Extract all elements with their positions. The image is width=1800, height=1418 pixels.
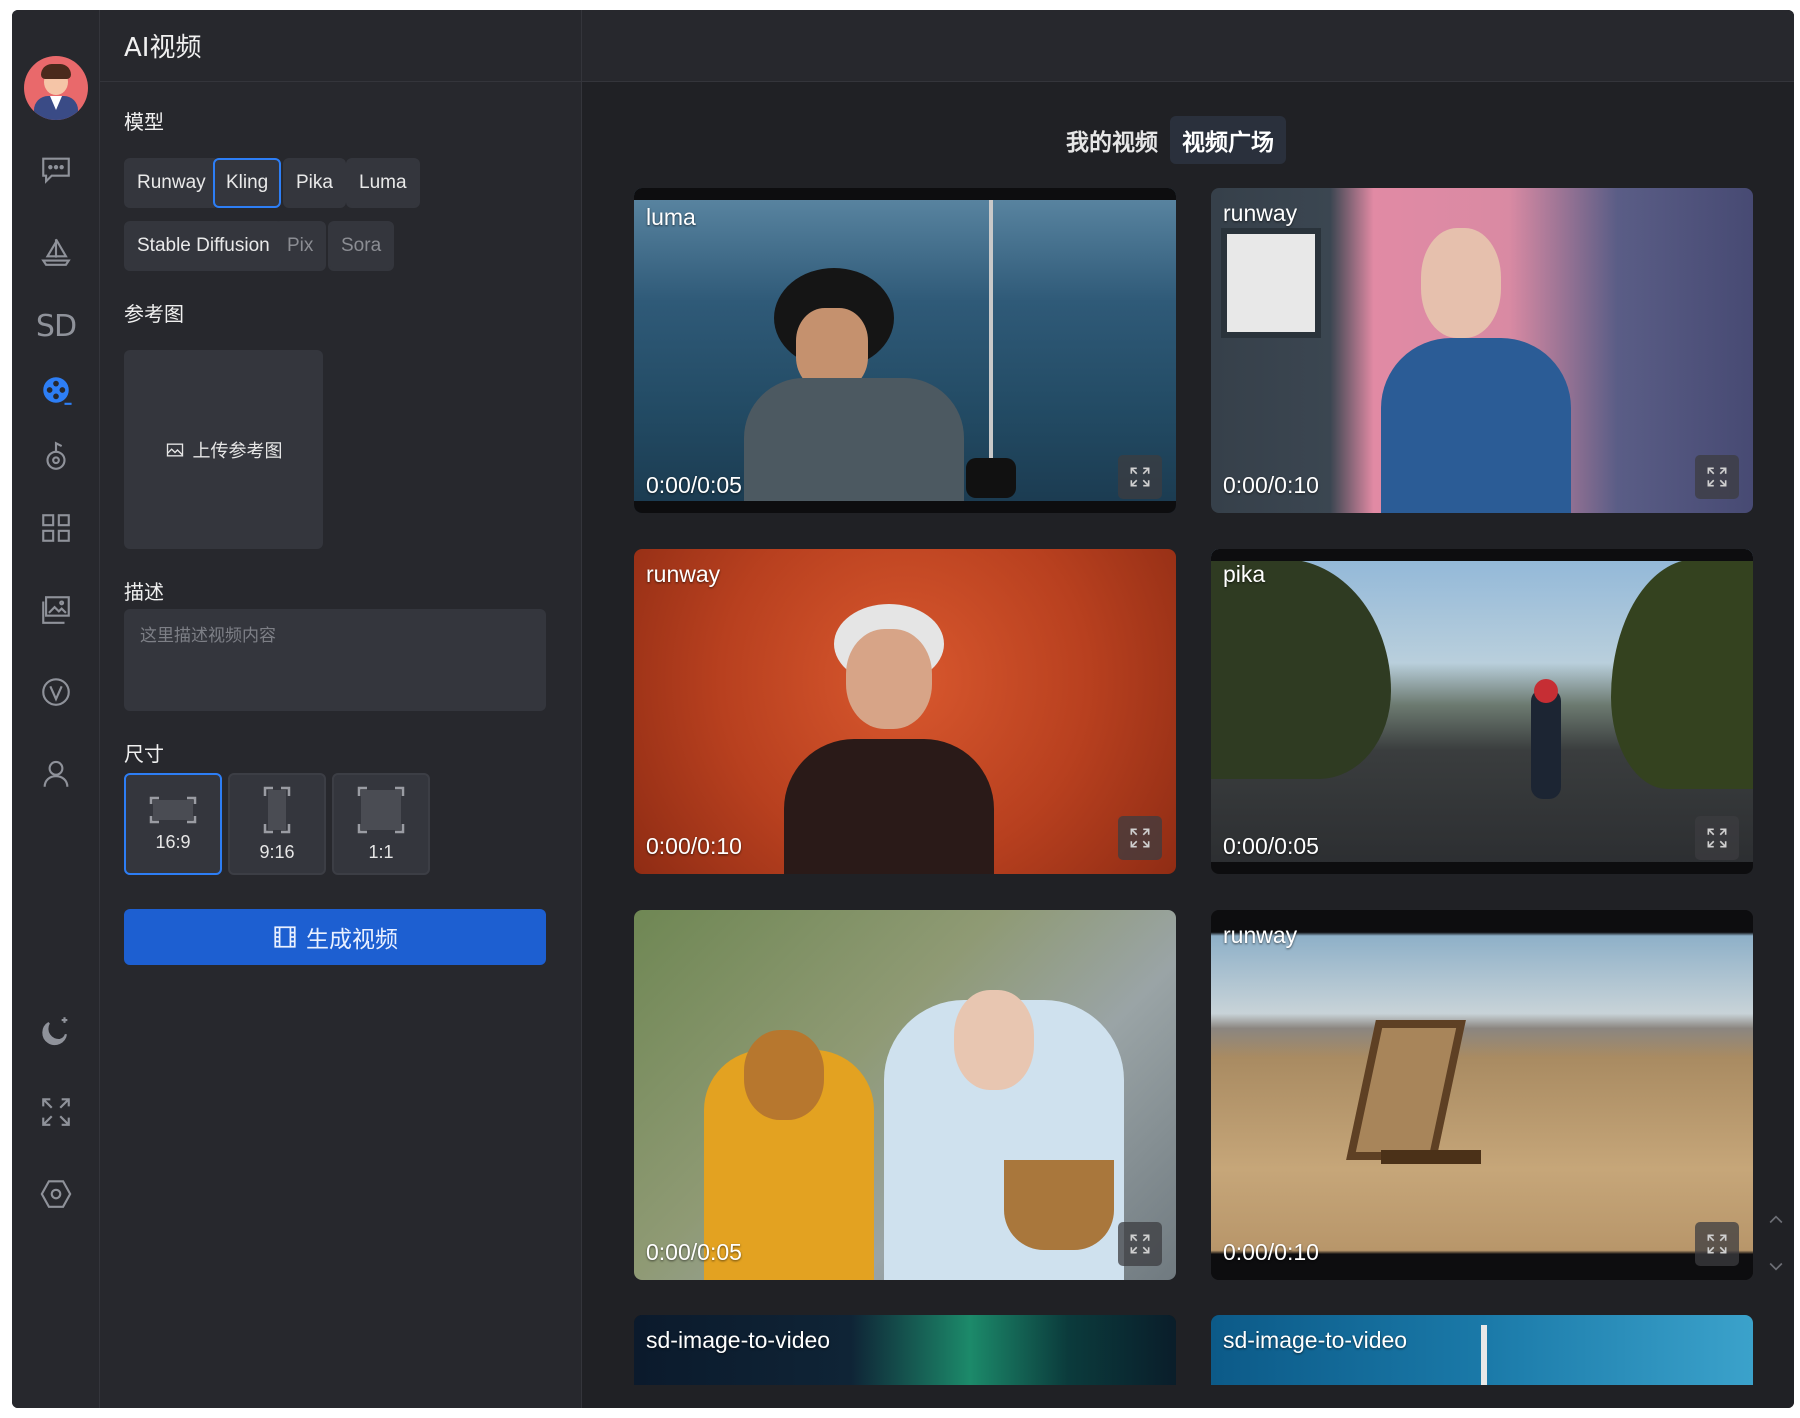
gallery-tabs: 我的视频 视频广场	[1054, 116, 1286, 164]
expand-icon[interactable]	[1695, 455, 1739, 499]
video-card[interactable]: runway 0:00/0:10	[1211, 910, 1753, 1280]
model-chip-sora[interactable]: Sora	[328, 221, 395, 271]
video-card[interactable]: runway 0:00/0:10	[1211, 188, 1753, 513]
video-model-label: runway	[1223, 200, 1298, 226]
ratio-9-16-label: 9:16	[259, 841, 295, 862]
image-icon	[166, 443, 183, 456]
avatar[interactable]	[24, 56, 88, 120]
video-time: 0:00/0:05	[646, 472, 742, 498]
video-model-label: runway	[1223, 922, 1298, 948]
ratio-1-1-label: 1:1	[368, 841, 394, 862]
app-window: SD AI视频 模型 Runway Kling Pika Luma Stable…	[12, 10, 1794, 1408]
scroll-up-icon[interactable]	[1758, 1202, 1794, 1238]
gallery-icon[interactable]	[34, 588, 78, 632]
scroll-down-icon[interactable]	[1758, 1248, 1794, 1284]
main-header-bar	[582, 10, 1794, 82]
video-model-label: pika	[1223, 561, 1266, 587]
user-icon[interactable]	[34, 752, 78, 796]
video-time: 0:00/0:10	[1223, 1239, 1319, 1265]
video-time: 0:00/0:05	[646, 1239, 742, 1265]
ratio-9-16-option[interactable]: 9:16	[228, 773, 326, 875]
chat-icon[interactable]	[34, 148, 78, 192]
ratio-1-1-option[interactable]: 1:1	[332, 773, 430, 875]
reference-label: 参考图	[124, 302, 184, 326]
video-card[interactable]: 0:00/0:05	[634, 910, 1176, 1280]
generate-video-button[interactable]: 生成视频	[124, 909, 546, 965]
video-model-label: sd-image-to-video	[1223, 1327, 1408, 1353]
film-icon	[274, 926, 296, 948]
video-card[interactable]: luma 0:00/0:05	[634, 188, 1176, 513]
settings-hex-icon[interactable]	[34, 1172, 78, 1216]
video-time: 0:00/0:10	[1223, 472, 1319, 498]
ratio-16-9-label: 16:9	[155, 831, 191, 852]
model-chip-luma[interactable]: Luma	[346, 158, 420, 208]
settings-panel: AI视频 模型 Runway Kling Pika Luma Stable Di…	[100, 10, 582, 1408]
video-model-label: runway	[646, 561, 721, 587]
expand-icon[interactable]	[1695, 816, 1739, 860]
video-time: 0:00/0:05	[1223, 833, 1319, 859]
size-label: 尺寸	[124, 742, 164, 766]
model-chip-stable-diffusion[interactable]: Stable Diffusion	[124, 221, 283, 271]
sailboat-icon[interactable]	[34, 230, 78, 274]
v-badge-icon[interactable]	[34, 670, 78, 714]
video-gallery: 我的视频 视频广场 luma 0:00/0:05 runway 0:00/0:1…	[582, 10, 1794, 1408]
model-chip-pix[interactable]: Pix	[274, 221, 327, 271]
expand-icon[interactable]	[1118, 1222, 1162, 1266]
fullscreen-icon[interactable]	[34, 1090, 78, 1134]
upload-reference-button[interactable]: 上传参考图	[124, 350, 323, 549]
model-chip-kling[interactable]: Kling	[213, 158, 282, 208]
model-chip-pika[interactable]: Pika	[283, 158, 346, 208]
ratio-16-9-icon	[149, 796, 197, 823]
description-label: 描述	[124, 580, 164, 604]
apps-grid-icon[interactable]	[34, 506, 78, 550]
generate-label: 生成视频	[306, 927, 398, 953]
description-input[interactable]	[124, 609, 546, 711]
tab-my-videos[interactable]: 我的视频	[1054, 116, 1170, 164]
model-chip-runway[interactable]: Runway	[124, 158, 219, 208]
video-time: 0:00/0:10	[646, 833, 742, 859]
ratio-16-9-option[interactable]: 16:9	[124, 773, 222, 875]
sd-icon[interactable]: SD	[34, 304, 78, 348]
video-model-label: luma	[646, 204, 696, 230]
video-card[interactable]: sd-image-to-video	[1211, 1315, 1753, 1385]
expand-icon[interactable]	[1695, 1222, 1739, 1266]
panel-title: AI视频	[100, 10, 581, 82]
video-reel-icon[interactable]	[34, 368, 78, 412]
video-card[interactable]: sd-image-to-video	[634, 1315, 1176, 1385]
video-model-label: sd-image-to-video	[646, 1327, 831, 1353]
music-note-icon[interactable]	[34, 434, 78, 478]
expand-icon[interactable]	[1118, 816, 1162, 860]
ratio-9-16-icon	[263, 786, 291, 833]
icon-rail: SD	[12, 10, 100, 1408]
theme-moon-icon[interactable]	[34, 1008, 78, 1052]
model-label: 模型	[124, 110, 164, 134]
video-card[interactable]: runway 0:00/0:10	[634, 549, 1176, 874]
expand-icon[interactable]	[1118, 455, 1162, 499]
upload-label: 上传参考图	[192, 440, 283, 462]
ratio-1-1-icon	[357, 786, 405, 833]
video-card[interactable]: pika 0:00/0:05	[1211, 549, 1753, 874]
tab-video-plaza[interactable]: 视频广场	[1170, 116, 1286, 164]
